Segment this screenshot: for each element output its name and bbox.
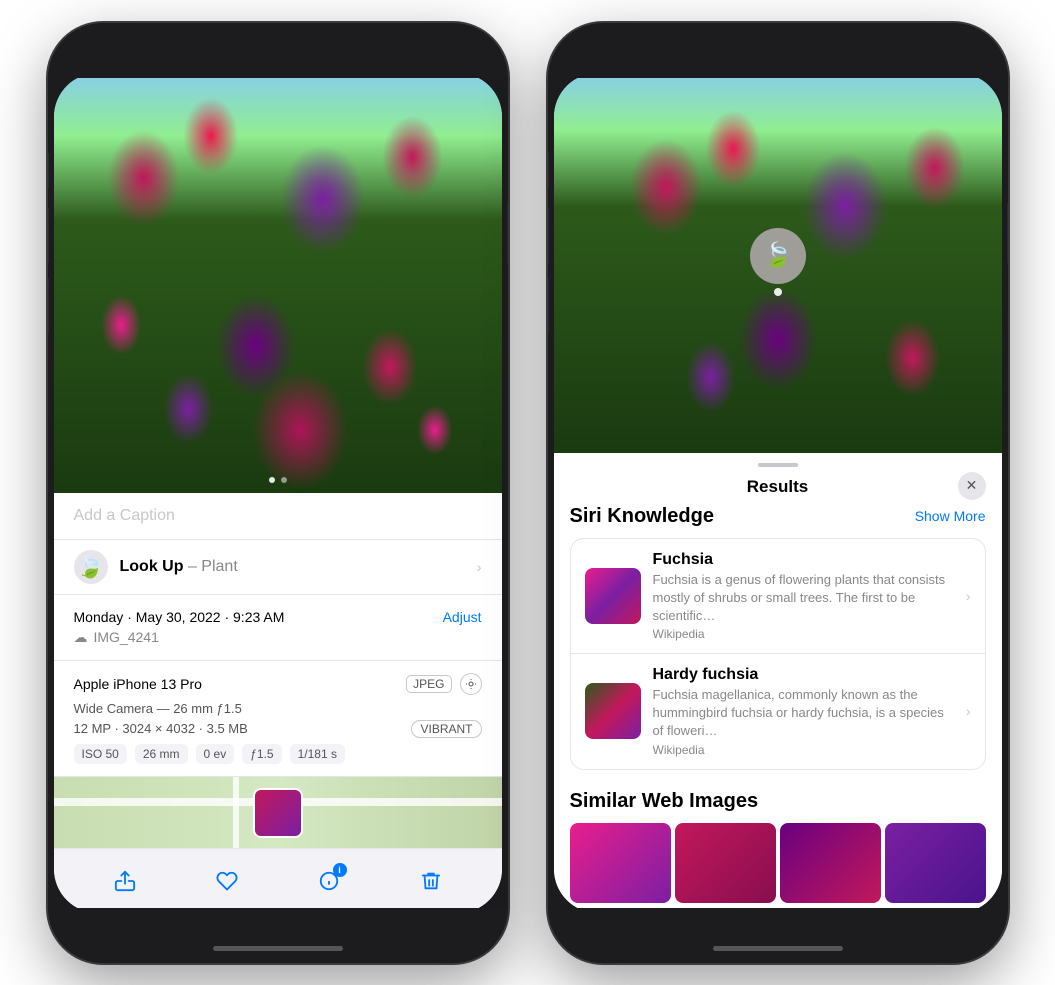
results-title: Results — [747, 477, 808, 497]
knowledge-card: Fuchsia Fuchsia is a genus of flowering … — [570, 538, 986, 770]
exif-ev: 0 ev — [196, 744, 235, 764]
date-text: Monday · May 30, 2022 · 9:23 AM — [74, 609, 285, 625]
side-btn-left1-2 — [548, 153, 549, 188]
home-bar-2 — [713, 946, 843, 951]
similar-title: Similar Web Images — [570, 790, 986, 813]
exif-iso: ISO 50 — [74, 744, 127, 764]
dot-2 — [281, 477, 287, 483]
side-btn-right-1 — [507, 203, 508, 263]
hardy-source: Wikipedia — [653, 743, 958, 757]
results-header: Results ✕ — [554, 467, 1002, 505]
camera-details: Wide Camera — 26 mm ƒ1.5 — [74, 701, 482, 716]
close-icon: ✕ — [966, 477, 978, 494]
siri-header: Siri Knowledge Show More — [570, 505, 986, 528]
lookup-label-text: Look Up — [120, 558, 184, 575]
visual-lookup-dot — [774, 288, 782, 296]
fuchsia-thumbnail — [585, 568, 641, 624]
hardy-chevron-icon: › — [966, 703, 971, 719]
results-sheet: Results ✕ Siri Knowledge Show More — [554, 453, 1002, 913]
side-btn-left1-1 — [48, 153, 49, 188]
side-btn-left3-1 — [48, 278, 49, 333]
siri-knowledge-title: Siri Knowledge — [570, 505, 714, 528]
filename-text: IMG_4241 — [94, 629, 159, 645]
delete-button[interactable] — [411, 861, 451, 901]
fuchsia-source: Wikipedia — [653, 627, 958, 641]
metadata-section: Monday · May 30, 2022 · 9:23 AM Adjust ☁… — [54, 595, 502, 661]
hardy-thumbnail — [585, 683, 641, 739]
lookup-type-text: Plant — [201, 558, 237, 575]
close-button[interactable]: ✕ — [958, 472, 986, 500]
fuchsia-content: Fuchsia Fuchsia is a genus of flowering … — [653, 551, 958, 642]
caption-placeholder: Add a Caption — [74, 507, 175, 524]
fuchsia-chevron-icon: › — [966, 588, 971, 604]
side-btn-left3-2 — [548, 278, 549, 333]
knowledge-item-fuchsia[interactable]: Fuchsia Fuchsia is a genus of flowering … — [571, 539, 985, 655]
similar-image-3[interactable] — [780, 823, 881, 903]
toolbar: i — [54, 848, 502, 913]
lookup-chevron-icon: › — [477, 559, 482, 575]
home-bar-1 — [213, 946, 343, 951]
photo-section-1 — [54, 73, 502, 493]
similar-image-4[interactable] — [885, 823, 986, 903]
side-btn-left2-1 — [48, 208, 49, 263]
map-photo-thumb — [253, 788, 303, 838]
format-badges: JPEG — [406, 673, 481, 695]
style-badge: VIBRANT — [411, 720, 481, 738]
exif-aperture: ƒ1.5 — [242, 744, 281, 764]
flower-bg-1 — [54, 73, 502, 493]
favorite-button[interactable] — [207, 861, 247, 901]
info-button[interactable]: i — [309, 861, 349, 901]
leaf-icon: 🍃 — [77, 554, 104, 580]
hardy-content: Hardy fuchsia Fuchsia magellanica, commo… — [653, 666, 958, 757]
side-btn-right-2 — [1007, 203, 1008, 263]
knowledge-item-hardy[interactable]: Hardy fuchsia Fuchsia magellanica, commo… — [571, 654, 985, 769]
adjust-button[interactable]: Adjust — [443, 609, 482, 625]
share-button[interactable] — [105, 861, 145, 901]
exif-shutter: 1/181 s — [290, 744, 345, 764]
similar-image-2[interactable] — [675, 823, 776, 903]
show-more-button[interactable]: Show More — [915, 508, 986, 524]
phone-2: 🍃 Results ✕ Siri Knowledge Show Mo — [548, 23, 1008, 963]
cloud-icon: ☁ — [74, 629, 88, 646]
photo-section-2: 🍃 — [554, 73, 1002, 453]
photo-dots — [269, 477, 287, 483]
fuchsia-name: Fuchsia — [653, 551, 958, 569]
map-road-v — [233, 777, 239, 848]
lookup-label: Look Up – Plant — [120, 558, 238, 576]
hardy-desc: Fuchsia magellanica, commonly known as t… — [653, 686, 958, 741]
map-bg — [54, 777, 502, 848]
format-badge: JPEG — [406, 675, 451, 693]
dot-1 — [269, 477, 275, 483]
siri-knowledge-section: Siri Knowledge Show More Fuchsia Fuchsia… — [554, 505, 1002, 778]
phone-1: Add a Caption 🍃 Look Up – Plant › Monday… — [48, 23, 508, 963]
exif-focal: 26 mm — [135, 744, 188, 764]
device-section: Apple iPhone 13 Pro JPEG Wide Camera — 2… — [54, 661, 502, 777]
notch-1 — [218, 37, 338, 67]
similar-images-grid — [570, 823, 986, 903]
visual-lookup-icon: 🍃 — [74, 550, 108, 584]
exif-row: ISO 50 26 mm 0 ev ƒ1.5 1/181 s — [74, 744, 482, 764]
visual-lookup-button[interactable]: 🍃 — [750, 228, 806, 284]
camera-settings-icon[interactable] — [460, 673, 482, 695]
info-badge: i — [333, 863, 347, 877]
map-section[interactable] — [54, 777, 502, 848]
lookup-row[interactable]: 🍃 Look Up – Plant › — [54, 540, 502, 595]
side-btn-left2-2 — [548, 208, 549, 263]
device-name: Apple iPhone 13 Pro — [74, 676, 202, 692]
hardy-name: Hardy fuchsia — [653, 666, 958, 684]
similar-image-1[interactable] — [570, 823, 671, 903]
phone-screen-1: Add a Caption 🍃 Look Up – Plant › Monday… — [54, 73, 502, 913]
similar-images-section: Similar Web Images — [554, 778, 1002, 911]
caption-area[interactable]: Add a Caption — [54, 493, 502, 540]
phones-container: Add a Caption 🍃 Look Up – Plant › Monday… — [28, 3, 1028, 983]
notch-2 — [718, 37, 838, 67]
fuchsia-desc: Fuchsia is a genus of flowering plants t… — [653, 571, 958, 626]
resolution-text: 12 MP · 3024 × 4032 · 3.5 MB — [74, 721, 248, 736]
phone-screen-2: 🍃 Results ✕ Siri Knowledge Show Mo — [554, 73, 1002, 913]
